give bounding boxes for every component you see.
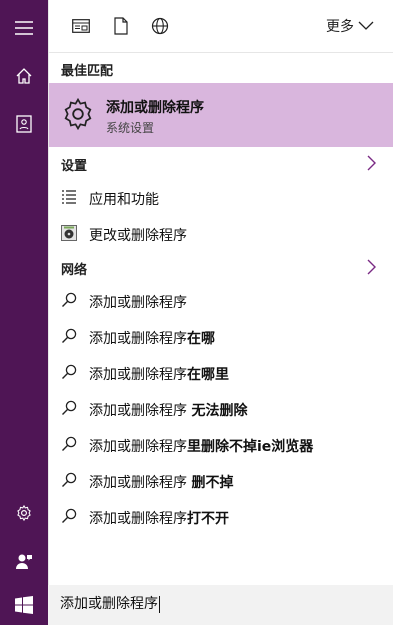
web-expand-chevron-icon[interactable]: [365, 258, 377, 276]
search-icon: [61, 292, 77, 308]
home-button[interactable]: [0, 52, 48, 100]
windows-logo-icon: [15, 596, 33, 614]
settings-item-change-remove[interactable]: 更改或删除程序: [49, 217, 393, 251]
globe-icon: [151, 17, 169, 35]
best-match-header: 最佳匹配: [61, 64, 114, 79]
web-suggestion-label: 添加或删除程序在哪里: [89, 367, 229, 383]
disk-icon: [61, 225, 77, 241]
search-input[interactable]: 添加或删除程序: [60, 585, 160, 625]
settings-section-header: 设置: [61, 159, 88, 174]
web-filter-button[interactable]: [150, 16, 170, 36]
app-window-icon: [72, 19, 90, 33]
taskbar: 添加或删除程序: [0, 585, 393, 625]
search-icon: [61, 364, 77, 380]
search-icon: [61, 472, 77, 488]
web-suggestion[interactable]: 添加或删除程序: [49, 284, 393, 318]
chevron-down-icon: [358, 21, 374, 30]
search-icon: [61, 400, 77, 416]
web-suggestion[interactable]: 添加或删除程序打不开: [49, 500, 393, 534]
web-suggestion[interactable]: 添加或删除程序在哪: [49, 320, 393, 354]
filter-toolbar: 更多: [49, 0, 393, 53]
search-results-panel: 更多 最佳匹配 添加或删除程序 系统设置 设置 应用和功能 更改或删除程序 网络…: [48, 0, 393, 585]
web-suggestion-label: 添加或删除程序打不开: [89, 511, 229, 527]
home-icon: [16, 68, 32, 84]
settings-item-label: 应用和功能: [89, 192, 159, 208]
web-suggestion-label: 添加或删除程序在哪: [89, 331, 215, 347]
text-caret: [159, 595, 160, 613]
hamburger-icon: [15, 21, 33, 35]
settings-gear-icon: [64, 97, 92, 131]
more-label: 更多: [326, 19, 354, 35]
notebook-icon: [16, 115, 32, 133]
start-button[interactable]: [0, 585, 48, 625]
settings-button[interactable]: [0, 489, 48, 537]
web-suggestion[interactable]: 添加或删除程序 无法删除: [49, 392, 393, 426]
notebook-button[interactable]: [0, 100, 48, 148]
best-match-title: 添加或删除程序: [106, 100, 204, 116]
web-suggestion-label: 添加或删除程序: [89, 295, 187, 311]
apps-filter-button[interactable]: [71, 16, 91, 36]
settings-item-apps-features[interactable]: 应用和功能: [49, 181, 393, 215]
best-match-item[interactable]: 添加或删除程序 系统设置: [49, 83, 393, 147]
start-rail: [0, 0, 48, 585]
hamburger-menu-button[interactable]: [0, 4, 48, 52]
search-icon: [61, 328, 77, 344]
web-suggestion-label: 添加或删除程序 无法删除: [89, 403, 248, 419]
web-suggestion-label: 添加或删除程序 删不掉: [89, 475, 234, 491]
document-icon: [114, 17, 128, 35]
feedback-button[interactable]: [0, 537, 48, 585]
best-match-subtitle: 系统设置: [106, 121, 155, 135]
web-section-header: 网络: [61, 263, 88, 278]
web-suggestion[interactable]: 添加或删除程序 删不掉: [49, 464, 393, 498]
web-suggestion[interactable]: 添加或删除程序在哪里: [49, 356, 393, 390]
web-suggestion-label: 添加或删除程序里删除不掉ie浏览器: [89, 439, 314, 455]
settings-expand-chevron-icon[interactable]: [365, 154, 377, 172]
documents-filter-button[interactable]: [111, 16, 131, 36]
more-filters-button[interactable]: 更多: [326, 16, 374, 36]
search-query-text: 添加或删除程序: [60, 596, 158, 612]
list-icon: [61, 189, 77, 205]
gear-icon: [17, 504, 31, 522]
feedback-person-icon: [16, 554, 32, 569]
search-icon: [61, 436, 77, 452]
search-icon: [61, 508, 77, 524]
settings-item-label: 更改或删除程序: [89, 228, 187, 244]
web-suggestion[interactable]: 添加或删除程序里删除不掉ie浏览器: [49, 428, 393, 462]
